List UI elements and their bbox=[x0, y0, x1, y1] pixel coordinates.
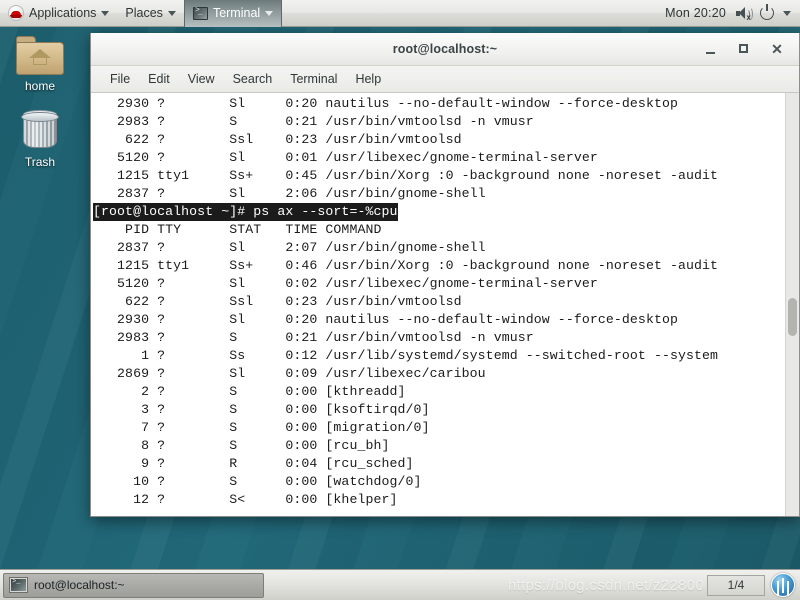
terminal-line: 2837 ? Sl 2:07 /usr/bin/gnome-shell bbox=[93, 240, 486, 255]
places-menu-label: Places bbox=[125, 6, 163, 20]
speaker-muted-icon[interactable]: x bbox=[735, 6, 753, 22]
menu-edit[interactable]: Edit bbox=[139, 69, 179, 89]
menu-help[interactable]: Help bbox=[346, 69, 390, 89]
terminal-scrollbar[interactable] bbox=[785, 93, 799, 516]
trash-can-icon bbox=[20, 108, 60, 152]
terminal-prompt-line: [root@localhost ~]# ps ax --sort=-%cpu bbox=[93, 203, 785, 221]
chevron-down-icon bbox=[101, 10, 110, 16]
terminal-line: PID TTY STAT TIME COMMAND bbox=[93, 222, 382, 237]
window-title: root@localhost:~ bbox=[392, 42, 498, 56]
terminal-icon bbox=[192, 6, 208, 20]
desktop: Applications Places Terminal Mon 20:20 x bbox=[0, 0, 800, 600]
terminal-menu-bar: File Edit View Search Terminal Help bbox=[91, 66, 799, 93]
desktop-icon-trash[interactable]: Trash bbox=[5, 108, 75, 169]
window-menu-label: Terminal bbox=[212, 6, 261, 20]
taskbar-item-label: root@localhost:~ bbox=[34, 578, 125, 592]
desktop-icon-label: Trash bbox=[24, 155, 56, 169]
terminal-line: 12 ? S< 0:00 [khelper] bbox=[93, 492, 398, 507]
menu-search[interactable]: Search bbox=[224, 69, 282, 89]
terminal-line: 5120 ? Sl 0:01 /usr/libexec/gnome-termin… bbox=[93, 150, 598, 165]
minimize-button[interactable] bbox=[704, 42, 718, 56]
bottom-panel: root@localhost:~ 1/4 bbox=[0, 569, 800, 600]
terminal-line: 2869 ? Sl 0:09 /usr/libexec/caribou bbox=[93, 366, 486, 381]
speaker-mute-x: x bbox=[746, 12, 751, 22]
close-button[interactable]: ✕ bbox=[770, 42, 784, 56]
terminal-line: 1 ? Ss 0:12 /usr/lib/systemd/systemd --s… bbox=[93, 348, 719, 363]
panel-status-area: Mon 20:20 x bbox=[665, 0, 800, 27]
menu-file[interactable]: File bbox=[101, 69, 139, 89]
workspace-switcher[interactable]: 1/4 bbox=[707, 574, 765, 596]
home-folder-icon bbox=[16, 36, 64, 76]
terminal-line: 3 ? S 0:00 [ksoftirqd/0] bbox=[93, 402, 430, 417]
desktop-icon-home[interactable]: home bbox=[5, 36, 75, 93]
menu-view[interactable]: View bbox=[179, 69, 224, 89]
terminal-line: 2837 ? Sl 2:06 /usr/bin/gnome-shell bbox=[93, 186, 486, 201]
terminal-window: root@localhost:~ ✕ File Edit View Search… bbox=[90, 33, 800, 517]
terminal-line: 2930 ? Sl 0:20 nautilus --no-default-win… bbox=[93, 96, 679, 111]
desktop-icon-label: home bbox=[24, 79, 56, 93]
terminal-selected-text: [root@localhost ~]# ps ax --sort=-%cpu bbox=[93, 203, 398, 221]
terminal-line: 9 ? R 0:04 [rcu_sched] bbox=[93, 456, 414, 471]
terminal-line: 8 ? S 0:00 [rcu_bh] bbox=[93, 438, 390, 453]
scrollbar-thumb[interactable] bbox=[788, 298, 797, 336]
terminal-line: 5120 ? Sl 0:02 /usr/libexec/gnome-termin… bbox=[93, 276, 598, 291]
taskbar-item-terminal[interactable]: root@localhost:~ bbox=[3, 572, 264, 598]
chevron-down-icon bbox=[265, 10, 274, 16]
window-menu-terminal[interactable]: Terminal bbox=[183, 0, 283, 27]
terminal-icon bbox=[9, 577, 28, 593]
clock[interactable]: Mon 20:20 bbox=[665, 6, 726, 20]
terminal-line: 2 ? S 0:00 [kthreadd] bbox=[93, 384, 406, 399]
chevron-down-icon bbox=[167, 10, 176, 16]
house-glyph bbox=[29, 49, 51, 65]
terminal-line: 622 ? Ssl 0:23 /usr/bin/vmtoolsd bbox=[93, 294, 462, 309]
terminal-line: 622 ? Ssl 0:23 /usr/bin/vmtoolsd bbox=[93, 132, 462, 147]
places-menu[interactable]: Places bbox=[117, 0, 184, 27]
terminal-line: 1215 tty1 Ss+ 0:46 /usr/bin/Xorg :0 -bac… bbox=[93, 258, 719, 273]
workspace-orb-icon[interactable] bbox=[771, 573, 795, 597]
terminal-line: 1215 tty1 Ss+ 0:45 /usr/bin/Xorg :0 -bac… bbox=[93, 168, 719, 183]
house-roof bbox=[29, 49, 51, 58]
terminal-line: 7 ? S 0:00 [migration/0] bbox=[93, 420, 430, 435]
terminal-line: 2930 ? Sl 0:20 nautilus --no-default-win… bbox=[93, 312, 679, 327]
bottom-panel-right: 1/4 bbox=[707, 573, 800, 597]
house-walls bbox=[33, 58, 47, 65]
terminal-title-bar[interactable]: root@localhost:~ ✕ bbox=[91, 33, 799, 66]
terminal-line: 2983 ? S 0:21 /usr/bin/vmtoolsd -n vmusr bbox=[93, 114, 534, 129]
terminal-line: 2983 ? S 0:21 /usr/bin/vmtoolsd -n vmusr bbox=[93, 330, 534, 345]
window-controls: ✕ bbox=[704, 42, 799, 56]
terminal-line: 10 ? S 0:00 [watchdog/0] bbox=[93, 474, 422, 489]
terminal-output[interactable]: 2930 ? Sl 0:20 nautilus --no-default-win… bbox=[91, 93, 785, 516]
power-icon[interactable] bbox=[760, 4, 774, 20]
terminal-body[interactable]: 2930 ? Sl 0:20 nautilus --no-default-win… bbox=[91, 93, 799, 516]
trash-rim bbox=[21, 112, 59, 122]
maximize-button[interactable] bbox=[737, 42, 751, 56]
redhat-logo-icon bbox=[8, 5, 24, 21]
chevron-down-icon[interactable] bbox=[783, 10, 791, 16]
top-panel: Applications Places Terminal Mon 20:20 x bbox=[0, 0, 800, 27]
menu-terminal[interactable]: Terminal bbox=[281, 69, 346, 89]
applications-menu-label: Applications bbox=[29, 6, 97, 20]
applications-menu[interactable]: Applications bbox=[0, 0, 117, 27]
